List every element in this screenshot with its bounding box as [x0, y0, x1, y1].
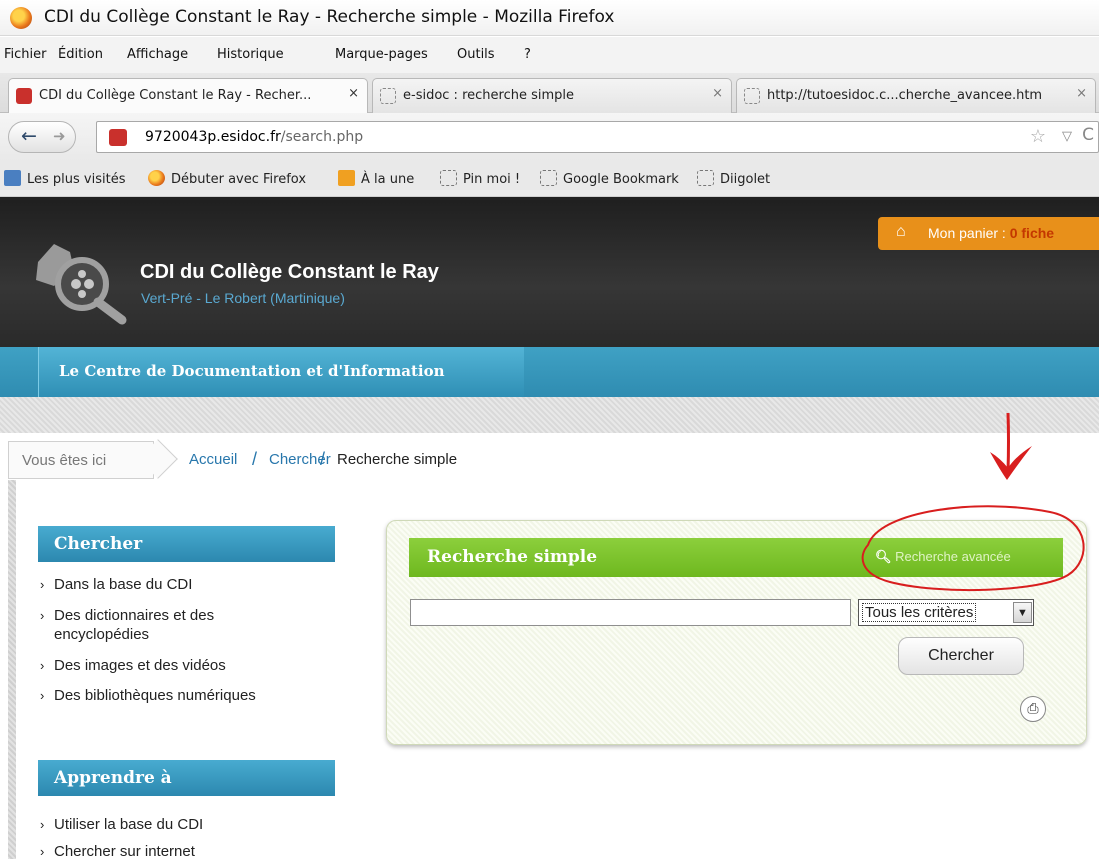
blank-page-icon	[697, 170, 714, 186]
site-header: ⌂ Mon panier : 0 fiche CDI du Collège Co…	[0, 197, 1099, 347]
sidebar-link-dictionnaires[interactable]: › Des dictionnaires et des encyclopédies	[40, 606, 280, 644]
tab-label: CDI du Collège Constant le Ray - Recher.…	[39, 88, 312, 103]
window-titlebar: CDI du Collège Constant le Ray - Recherc…	[0, 0, 1099, 36]
tab-esidoc[interactable]: e-sidoc : recherche simple ×	[372, 78, 732, 113]
blank-page-icon	[380, 88, 396, 104]
site-subtitle: Vert-Pré - Le Robert (Martinique)	[141, 290, 345, 306]
sidebar-link-base-cdi[interactable]: › Dans la base du CDI	[40, 575, 320, 594]
menu-fichier[interactable]: Fichier	[4, 47, 47, 62]
breadcrumb-here-label: Vous êtes ici	[22, 452, 107, 469]
close-icon[interactable]: ×	[348, 86, 359, 101]
chevron-right-icon: ›	[40, 658, 45, 673]
tab-cdi[interactable]: CDI du Collège Constant le Ray - Recher.…	[8, 78, 368, 114]
search-panel-title: Recherche simple	[427, 547, 598, 567]
url-text[interactable]: 9720043p.esidoc.fr/search.php	[145, 129, 363, 145]
esidoc-favicon-icon	[109, 129, 127, 146]
menu-marque-pages[interactable]: Marque-pages	[335, 47, 428, 62]
sidebar-link-internet[interactable]: › Chercher sur internet	[40, 842, 320, 859]
bookmark-most-visited[interactable]: Les plus visités	[4, 170, 125, 187]
esidoc-favicon-icon	[16, 88, 32, 104]
most-visited-icon	[4, 170, 21, 186]
breadcrumb-accueil[interactable]: Accueil	[189, 451, 237, 468]
rss-icon	[338, 170, 355, 186]
criteria-selected-value: Tous les critères	[862, 603, 977, 622]
close-icon[interactable]: ×	[1076, 86, 1087, 101]
tab-tutoesidoc[interactable]: http://tutoesidoc.c...cherche_avancee.ht…	[736, 78, 1096, 113]
print-icon[interactable]: ⎙	[1020, 696, 1046, 722]
reload-icon[interactable]: C	[1082, 125, 1094, 145]
bookmark-a-la-une[interactable]: À la une	[338, 170, 414, 187]
firefox-logo-icon	[10, 7, 32, 29]
sidebar-link-bibliotheques[interactable]: › Des bibliothèques numériques	[40, 686, 320, 705]
close-icon[interactable]: ×	[712, 86, 723, 101]
breadcrumb-here: Vous êtes ici	[8, 441, 154, 479]
menu-affichage[interactable]: Affichage	[127, 47, 188, 62]
cart-label: Mon panier : 0 fiche	[928, 225, 1055, 241]
bookmark-pin-moi[interactable]: Pin moi !	[440, 170, 520, 187]
back-forward-button[interactable]: ← ➜	[8, 121, 76, 153]
breadcrumb: Vous êtes ici Accueil / Chercher / Reche…	[0, 439, 1099, 480]
chevron-down-icon[interactable]: ▼	[1013, 602, 1032, 623]
arrow-left-icon[interactable]: ←	[21, 125, 37, 147]
chevron-right-icon: ›	[40, 577, 45, 592]
search-panel-header: Recherche simple 🔍︎ Recherche avancée	[409, 538, 1063, 577]
chevron-right-icon: ›	[40, 844, 45, 859]
cart-count: 0 fiche	[1009, 225, 1055, 241]
bookmark-getting-started[interactable]: Débuter avec Firefox	[148, 170, 306, 187]
basket-icon: ⌂	[896, 223, 906, 240]
chevron-right-icon: ›	[40, 688, 45, 703]
menu-historique[interactable]: Historique	[217, 47, 284, 62]
search-panel: Recherche simple 🔍︎ Recherche avancée To…	[386, 520, 1087, 745]
url-host: 9720043p.esidoc.fr	[145, 129, 281, 145]
chevron-right-icon: ›	[40, 817, 45, 832]
blank-page-icon	[540, 170, 557, 186]
criteria-select[interactable]: Tous les critères ▼	[858, 599, 1034, 626]
search-input[interactable]	[410, 599, 851, 626]
cart-button[interactable]: ⌂ Mon panier : 0 fiche	[878, 217, 1099, 250]
section-tab[interactable]: Le Centre de Documentation et d'Informat…	[38, 347, 524, 397]
navigation-toolbar: ← ➜ 9720043p.esidoc.fr/search.php ☆ ▽ C	[0, 113, 1099, 161]
sidebar-heading-label: Chercher	[54, 534, 143, 554]
bookmarks-toolbar: Les plus visités Débuter avec Firefox À …	[0, 161, 1099, 197]
advanced-search-link[interactable]: 🔍︎ Recherche avancée	[875, 549, 1011, 565]
menu-outils[interactable]: Outils	[457, 47, 495, 62]
chevron-right-icon: ›	[40, 608, 45, 623]
blank-page-icon	[744, 88, 760, 104]
breadcrumb-current: Recherche simple	[337, 451, 458, 468]
section-nav: Le Centre de Documentation et d'Informat…	[0, 347, 1099, 397]
decorative-band	[0, 397, 1099, 433]
breadcrumb-separator: /	[252, 449, 258, 469]
sidebar-heading-label: Apprendre à	[54, 768, 172, 788]
cdi-logo-icon	[36, 244, 127, 325]
magnifier-icon: 🔍︎	[875, 549, 892, 564]
blank-page-icon	[440, 170, 457, 186]
firefox-icon	[148, 170, 165, 186]
breadcrumb-separator: /	[320, 449, 326, 469]
tab-label: http://tutoesidoc.c...cherche_avancee.ht…	[767, 88, 1043, 103]
decorative-stripe	[8, 480, 16, 859]
sidebar-link-images-videos[interactable]: › Des images et des vidéos	[40, 656, 320, 675]
bookmark-google[interactable]: Google Bookmark	[540, 170, 679, 187]
tab-bar: CDI du Collège Constant le Ray - Recher.…	[0, 73, 1099, 114]
url-path: /search.php	[280, 129, 364, 145]
sidebar-link-utiliser-base[interactable]: › Utiliser la base du CDI	[40, 815, 320, 834]
sidebar-heading-apprendre: Apprendre à	[38, 760, 335, 796]
menu-bar: Fichier Édition Affichage Historique Mar…	[0, 37, 1099, 73]
search-button[interactable]: Chercher	[898, 637, 1024, 675]
bookmark-diigolet[interactable]: Diigolet	[697, 170, 770, 187]
star-icon[interactable]: ☆	[1030, 126, 1046, 147]
chevron-down-icon[interactable]: ▽	[1062, 129, 1072, 144]
site-title[interactable]: CDI du Collège Constant le Ray	[140, 261, 439, 284]
url-bar[interactable]: 9720043p.esidoc.fr/search.php ☆ ▽ C	[96, 121, 1099, 153]
window-title: CDI du Collège Constant le Ray - Recherc…	[44, 7, 615, 27]
arrow-right-icon[interactable]: ➜	[53, 127, 66, 145]
menu-help[interactable]: ?	[524, 47, 531, 62]
tab-label: e-sidoc : recherche simple	[403, 88, 574, 103]
sidebar-heading-chercher: Chercher	[38, 526, 335, 562]
menu-edition[interactable]: Édition	[58, 47, 103, 62]
section-label: Le Centre de Documentation et d'Informat…	[59, 362, 445, 380]
